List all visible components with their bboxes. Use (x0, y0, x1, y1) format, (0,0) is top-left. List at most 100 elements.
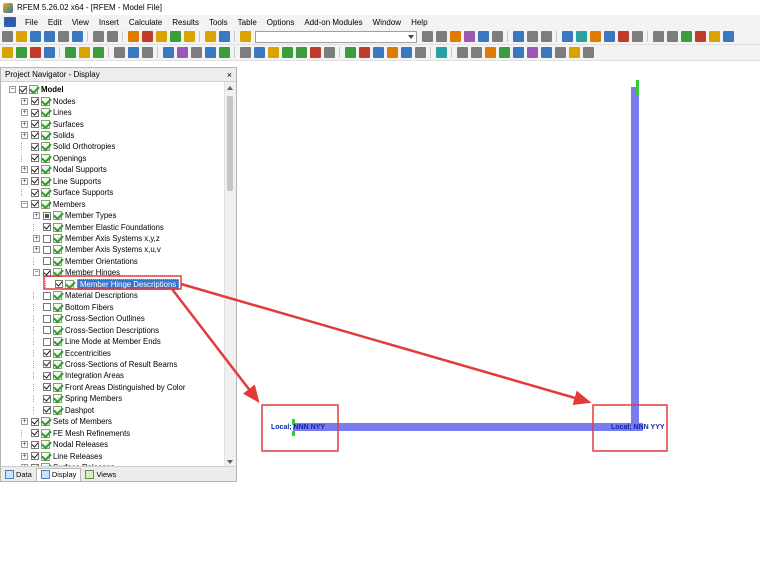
menu-insert[interactable]: Insert (94, 18, 124, 27)
results-icon[interactable] (155, 31, 167, 42)
tree-checkbox[interactable] (43, 360, 51, 369)
menu-results[interactable]: Results (167, 18, 204, 27)
table-icon[interactable] (218, 31, 230, 42)
object-snap-icon[interactable] (309, 47, 321, 58)
grid-snap-icon[interactable] (295, 47, 307, 58)
coordinate-icon[interactable] (267, 47, 279, 58)
workplane-xy-icon[interactable] (568, 47, 580, 58)
tree-checkbox[interactable] (43, 211, 51, 220)
zoom-window-icon[interactable] (666, 31, 678, 42)
save-icon[interactable] (29, 31, 41, 42)
expand-icon[interactable]: + (21, 120, 28, 128)
tree-item[interactable]: + Lines (21, 107, 72, 118)
tree-checkbox[interactable] (31, 142, 39, 151)
menu-file[interactable]: File (20, 18, 43, 27)
undo-icon[interactable] (92, 31, 104, 42)
view-front-icon[interactable] (162, 47, 174, 58)
check-icon[interactable] (344, 47, 356, 58)
expand-icon[interactable]: + (21, 109, 28, 117)
axis-icon[interactable] (127, 47, 139, 58)
expand-icon[interactable]: + (21, 441, 28, 449)
tree-checkbox[interactable] (55, 280, 63, 289)
tree-checkbox[interactable] (31, 417, 39, 426)
tree-item[interactable]: + Nodal Releases (21, 439, 108, 450)
tree-checkbox[interactable] (31, 108, 39, 117)
tree-checkbox[interactable] (43, 257, 51, 266)
tree-item[interactable]: + Surfaces (21, 118, 84, 129)
tree-checkbox[interactable] (43, 326, 51, 335)
line-icon[interactable] (15, 47, 27, 58)
tree-checkbox[interactable] (31, 97, 39, 106)
tree-item[interactable]: + Member Types (33, 210, 116, 221)
tree-scrollbar[interactable] (224, 82, 236, 468)
result-values-icon[interactable] (449, 31, 461, 42)
document-menu-icon[interactable] (4, 17, 16, 27)
tree-checkbox[interactable] (43, 394, 51, 403)
mesh-icon[interactable] (113, 47, 125, 58)
tree-item[interactable]: + Sets of Members (21, 416, 112, 427)
workplane-icon[interactable] (323, 47, 335, 58)
tree-checkbox[interactable] (31, 165, 39, 174)
tree-checkbox[interactable] (43, 291, 51, 300)
tab-views[interactable]: Views (81, 468, 120, 480)
lighting-icon[interactable] (526, 47, 538, 58)
zoom-all-icon[interactable] (652, 31, 664, 42)
tree-checkbox[interactable] (31, 177, 39, 186)
tree-item[interactable]: + Line Supports (21, 176, 101, 187)
wireframe-icon[interactable] (631, 31, 643, 42)
tree-item[interactable]: Line Mode at Member Ends (33, 336, 161, 347)
tree-item[interactable]: + Member Axis Systems x,y,z (33, 233, 160, 244)
print-graphic-icon[interactable] (71, 31, 83, 42)
tree-item[interactable]: Dashpot (33, 405, 94, 416)
cross-icon[interactable] (358, 47, 370, 58)
load-case-dropdown[interactable] (255, 30, 417, 43)
tree-checkbox[interactable] (43, 383, 51, 392)
close-icon[interactable]: × (227, 70, 232, 80)
tree-item[interactable]: Front Areas Distinguished by Color (33, 382, 185, 393)
support-icon[interactable] (680, 31, 692, 42)
tree-checkbox[interactable] (31, 120, 39, 129)
new-file-icon[interactable] (1, 31, 13, 42)
move-icon[interactable] (386, 47, 398, 58)
scroll-thumb[interactable] (227, 96, 233, 191)
tree-checkbox[interactable] (31, 131, 39, 140)
perspective-icon[interactable] (512, 47, 524, 58)
view-z-icon[interactable] (589, 31, 601, 42)
tree-checkbox[interactable] (43, 245, 51, 254)
tree-item[interactable]: Bottom Fibers (33, 302, 114, 313)
shadow-icon[interactable] (554, 47, 566, 58)
delete-icon[interactable] (694, 31, 706, 42)
view-y-icon[interactable] (575, 31, 587, 42)
expand-icon[interactable]: + (33, 212, 40, 220)
tree-checkbox[interactable] (43, 303, 51, 312)
menu-table[interactable]: Table (233, 18, 262, 27)
grid-icon[interactable] (540, 31, 552, 42)
clipping-icon[interactable] (498, 47, 510, 58)
tree-item[interactable]: Member Hinge Descriptions (45, 278, 180, 290)
navigator-icon[interactable] (239, 31, 251, 42)
print-icon[interactable] (57, 31, 69, 42)
edit-icon[interactable] (127, 31, 139, 42)
tree-item[interactable]: + Nodes (21, 95, 76, 106)
combination-icon[interactable] (183, 31, 195, 42)
load-cases-icon[interactable] (169, 31, 181, 42)
comment-icon[interactable] (470, 47, 482, 58)
tree-checkbox[interactable] (31, 188, 39, 197)
transparency-icon[interactable] (540, 47, 552, 58)
visibility-icon[interactable] (218, 47, 230, 58)
vertical-member[interactable] (631, 87, 639, 431)
menu-help[interactable]: Help (406, 18, 432, 27)
guide-line-icon[interactable] (253, 47, 265, 58)
menu-add-on-modules[interactable]: Add-on Modules (299, 18, 367, 27)
expand-icon[interactable]: + (21, 452, 28, 460)
load-icon[interactable] (78, 47, 90, 58)
mirror-icon[interactable] (400, 47, 412, 58)
tree-checkbox[interactable] (31, 452, 39, 461)
workplane-xz-icon[interactable] (582, 47, 594, 58)
tree-checkbox[interactable] (43, 223, 51, 232)
member-icon[interactable] (29, 47, 41, 58)
expand-icon[interactable]: + (21, 177, 28, 185)
rotate-icon[interactable] (722, 31, 734, 42)
tree-item[interactable]: Spring Members (33, 393, 122, 404)
collapse-icon[interactable]: − (33, 269, 40, 277)
